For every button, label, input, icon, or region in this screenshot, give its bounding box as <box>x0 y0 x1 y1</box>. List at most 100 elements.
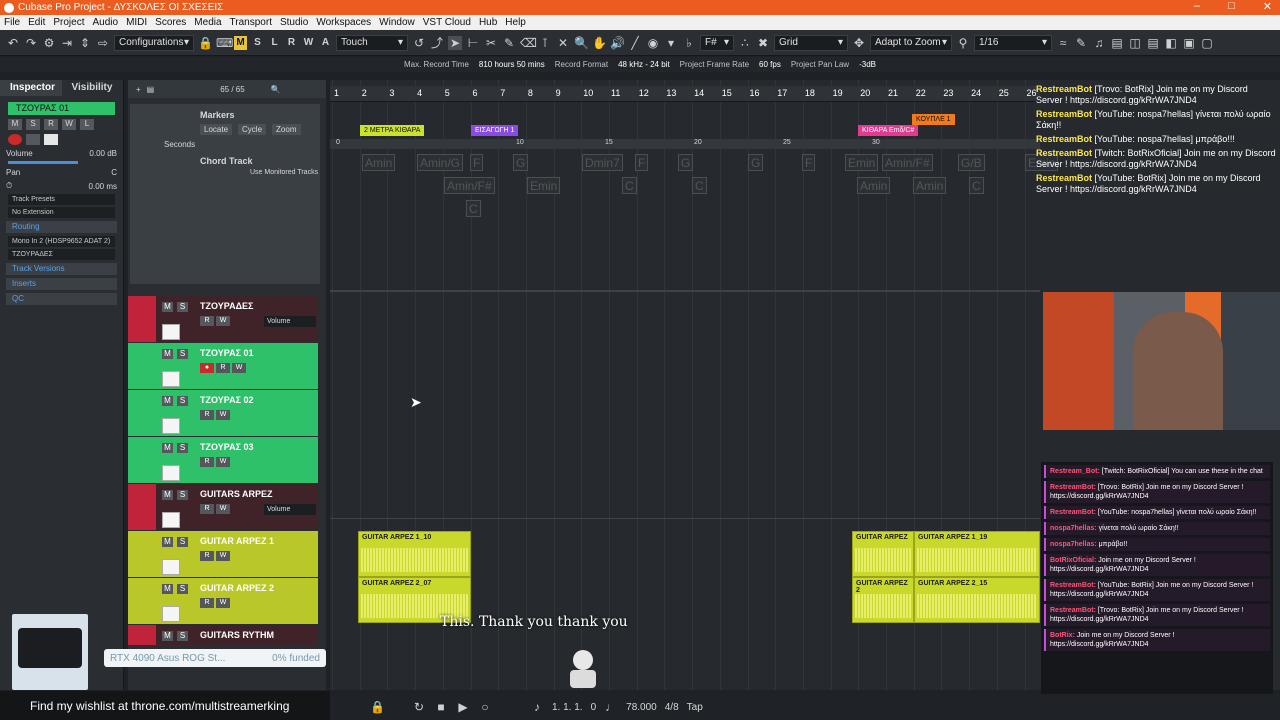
solo-button[interactable]: S <box>26 119 40 130</box>
key-icon[interactable]: ♭ <box>682 36 696 50</box>
solo-button[interactable]: S <box>177 302 188 312</box>
show-left-zone-icon[interactable]: ◫ <box>1128 36 1142 50</box>
grid-adapt-select[interactable]: Adapt to Zoom ▾ <box>870 34 952 51</box>
snap-left-icon[interactable]: ⇥ <box>60 36 74 50</box>
mode-r-button[interactable]: R <box>285 36 298 50</box>
chord-event[interactable]: C <box>466 200 481 217</box>
color-icon[interactable]: ◉ <box>646 36 660 50</box>
chord-event[interactable]: G <box>748 154 764 171</box>
snap-mid-icon[interactable]: ⇕ <box>78 36 92 50</box>
write-button[interactable]: W <box>216 410 230 420</box>
lane-button[interactable]: L <box>80 119 94 130</box>
track-name[interactable]: GUITAR ARPEZ 1 <box>200 536 274 546</box>
track-name[interactable]: ΤΖΟΥΡΑΔΕΣ <box>200 301 253 311</box>
menu-item[interactable]: Media <box>190 17 225 28</box>
menu-item[interactable]: VST Cloud <box>419 17 475 28</box>
erase-icon[interactable]: ⌫ <box>520 36 537 50</box>
output-routing-select[interactable]: ΤΖΟΥΡΑΔΕΣ <box>8 249 115 260</box>
menu-item[interactable]: Help <box>501 17 530 28</box>
track-guitars-arpez[interactable]: MS GUITARS ARPEZ RW Volume <box>128 484 318 530</box>
show-lower-zone-icon[interactable]: ▤ <box>1146 36 1160 50</box>
chord-event[interactable]: F <box>802 154 816 171</box>
mute-button[interactable]: M <box>162 490 173 500</box>
read-button[interactable]: R <box>200 410 214 420</box>
mute-button[interactable]: M <box>162 584 173 594</box>
tempo-value[interactable]: 78.000 <box>626 702 657 713</box>
forward-icon[interactable]: ⇨ <box>96 36 110 50</box>
snap-icon[interactable]: ∴ <box>738 36 752 50</box>
keyboard-icon[interactable]: ⌨ <box>216 36 233 50</box>
tap-tempo-button[interactable]: Tap <box>687 702 703 713</box>
track-presets-icon[interactable]: ▤ <box>147 85 155 94</box>
audio-event[interactable]: GUITAR ARPEZ 2_15 <box>914 577 1040 623</box>
volume-slider[interactable] <box>8 161 78 164</box>
audio-event[interactable]: GUITAR ARPEZ 1_19 <box>914 531 1040 577</box>
mute-button[interactable]: M <box>162 396 173 406</box>
zone-divider[interactable] <box>330 290 1040 292</box>
chord-event[interactable]: Amin/F# <box>882 154 933 171</box>
tab-inspector[interactable]: Inspector <box>0 80 62 96</box>
audio-event[interactable]: GUITAR ARPEZ <box>852 531 914 577</box>
draw-icon[interactable]: ✎ <box>502 36 516 50</box>
chord-event[interactable]: C <box>692 177 707 194</box>
max-record-value[interactable]: 810 hours 50 mins <box>479 60 545 69</box>
extension-select[interactable]: No Extension <box>8 207 115 218</box>
write-button[interactable]: W <box>216 457 230 467</box>
chord-event[interactable]: F <box>635 154 649 171</box>
seconds-ruler[interactable]: 0 10 15 20 25 30 <box>330 139 1040 149</box>
audio-event[interactable]: GUITAR ARPEZ 1_10 <box>358 531 471 577</box>
track-name[interactable]: GUITARS RYTHM <box>200 630 274 640</box>
menu-item[interactable]: Project <box>49 17 88 28</box>
mode-l-button[interactable]: L <box>268 36 281 50</box>
automation-mode-select[interactable]: Touch ▾ <box>336 34 408 51</box>
chord-event[interactable]: G <box>678 154 694 171</box>
line-icon[interactable]: ╱ <box>628 36 642 50</box>
undo-icon[interactable]: ↶ <box>6 36 20 50</box>
audio-event[interactable]: GUITAR ARPEZ 2 <box>852 577 914 623</box>
automation-parameter[interactable]: Volume <box>264 504 316 515</box>
menu-item[interactable]: Edit <box>24 17 49 28</box>
punch-icon[interactable]: ⤴ <box>430 36 444 50</box>
mute-button[interactable]: M <box>162 349 173 359</box>
menu-item[interactable]: File <box>0 17 24 28</box>
read-button[interactable]: R <box>200 551 214 561</box>
read-button[interactable]: R <box>200 316 214 326</box>
read-button[interactable]: R <box>200 457 214 467</box>
tool-modifier-icon[interactable]: ▾ <box>664 36 678 50</box>
track-tzouras-01[interactable]: MS ΤΖΟΥΡΑΣ 01 ● R W <box>128 343 318 389</box>
volume-value[interactable]: 0.00 dB <box>89 149 117 158</box>
solo-button[interactable]: S <box>177 631 188 641</box>
glue-icon[interactable]: ⊺ <box>538 36 552 50</box>
write-button[interactable]: W <box>62 119 76 130</box>
play-icon[interactable]: ▶ <box>456 700 470 714</box>
key-select[interactable]: F# ▾ <box>700 34 734 51</box>
track-presets-select[interactable]: Track Presets <box>8 194 115 205</box>
pen-icon[interactable]: ✎ <box>1074 36 1088 50</box>
mute-button[interactable]: M <box>162 631 173 641</box>
solo-button[interactable]: S <box>177 584 188 594</box>
tab-visibility[interactable]: Visibility <box>62 80 124 96</box>
signature-value[interactable]: 4/8 <box>665 702 679 713</box>
chord-event[interactable]: F <box>470 154 484 171</box>
minimize-icon[interactable]: – <box>1194 0 1200 13</box>
configurations-select[interactable]: Configurations ▾ <box>114 34 194 51</box>
delay-value[interactable]: 0.00 ms <box>89 182 117 191</box>
mute-button[interactable]: M <box>162 302 173 312</box>
chord-event[interactable]: Amin <box>362 154 396 171</box>
range-icon[interactable]: ⊢ <box>466 36 480 50</box>
menu-item[interactable]: Audio <box>88 17 122 28</box>
quantize-icon[interactable]: ⚲ <box>956 36 970 50</box>
menu-item[interactable]: Scores <box>151 17 190 28</box>
routing-section[interactable]: Routing <box>6 221 117 233</box>
marker-2[interactable]: ΕΙΣΑΓΩΓΗ 1 <box>471 125 519 136</box>
hand-icon[interactable]: ✋ <box>592 36 607 50</box>
track-guitar-arpez-1[interactable]: MS GUITAR ARPEZ 1 RW <box>128 531 318 577</box>
write-button[interactable]: W <box>216 598 230 608</box>
media-icon[interactable]: ▤ <box>1110 36 1124 50</box>
metronome-icon[interactable]: ♪ <box>530 700 544 714</box>
chord-event[interactable]: Amin/F# <box>444 177 495 194</box>
track-name[interactable]: GUITAR ARPEZ 2 <box>200 583 274 593</box>
read-button[interactable]: R <box>200 598 214 608</box>
input-routing-select[interactable]: Mono In 2 (HDSP9652 ADAT 2) <box>8 236 115 247</box>
tempo-icon[interactable]: ♩ <box>604 700 618 714</box>
